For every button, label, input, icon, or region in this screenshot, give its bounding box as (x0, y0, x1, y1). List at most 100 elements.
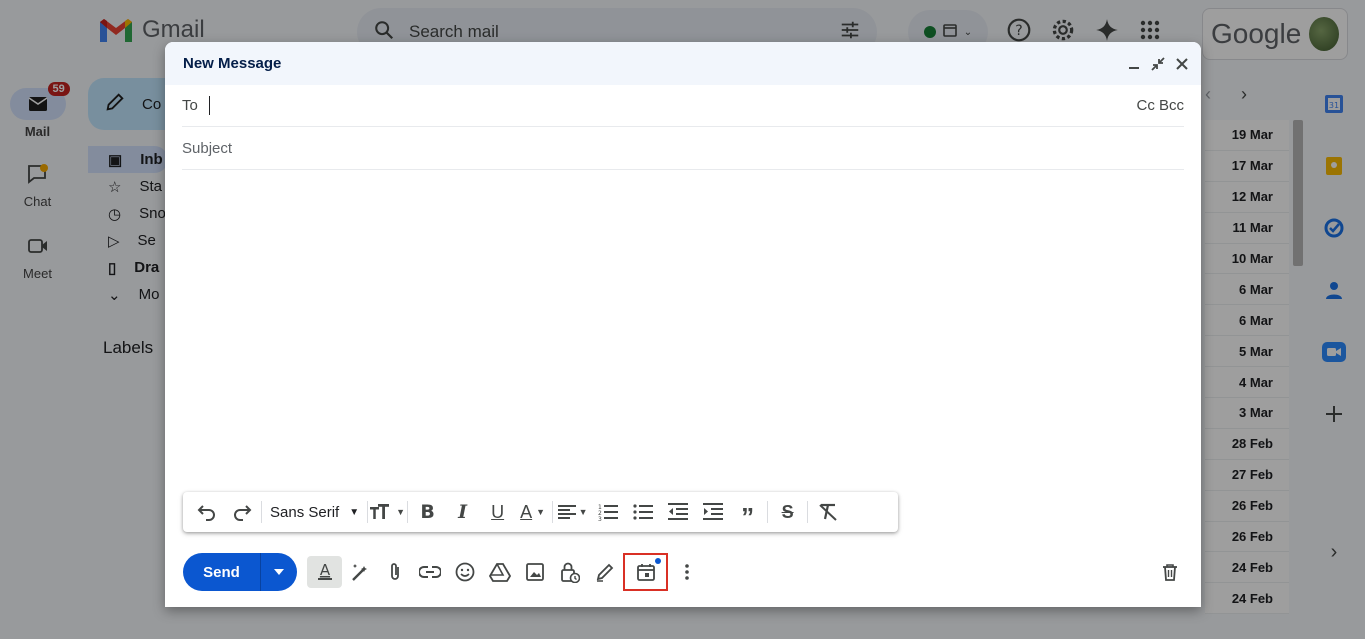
email-date[interactable]: 5 Mar (1205, 336, 1289, 368)
remove-formatting-icon[interactable] (810, 496, 845, 528)
sidebar-item-label: Sno (139, 205, 166, 222)
toolbar-divider (807, 501, 809, 523)
scrollbar[interactable] (1293, 120, 1303, 266)
chevron-right-icon[interactable]: › (1241, 84, 1247, 105)
formatting-toolbar: Sans Serif ▼ ▼ B I U A ▼ ▼ 123 ” S (183, 492, 898, 532)
email-date[interactable]: 27 Feb (1205, 460, 1289, 491)
add-app-icon[interactable] (1312, 394, 1356, 433)
search-input[interactable]: Search mail (409, 22, 825, 42)
chevron-down-icon: ⌄ (963, 26, 973, 38)
more-options-icon[interactable] (669, 556, 704, 588)
side-panel: 31 › (1312, 84, 1356, 595)
redo-icon[interactable] (224, 496, 259, 528)
tasks-app-icon[interactable] (1312, 208, 1356, 247)
email-date[interactable]: 6 Mar (1205, 305, 1289, 337)
email-date[interactable]: 6 Mar (1205, 274, 1289, 306)
gmail-logo[interactable]: Gmail (98, 16, 205, 44)
quote-icon[interactable]: ” (730, 496, 765, 530)
undo-icon[interactable] (189, 496, 224, 528)
indent-less-icon[interactable] (660, 496, 695, 528)
sidebar-item-sent[interactable]: ▷ Se (88, 227, 168, 254)
toolbar-divider (407, 501, 409, 523)
gmail-m-icon (98, 16, 134, 44)
zoom-app-icon[interactable] (1312, 332, 1356, 371)
bulleted-list-icon[interactable] (625, 496, 660, 528)
status-dot-icon (923, 26, 936, 38)
align-icon[interactable]: ▼ (555, 496, 590, 528)
email-date[interactable]: 12 Mar (1205, 182, 1289, 213)
insert-link-icon[interactable] (412, 556, 447, 588)
dropdown-arrow-icon: ▼ (349, 506, 360, 518)
calendar-status-icon (942, 22, 958, 43)
sidebar-item-more[interactable]: ⌄ Mo (88, 281, 168, 308)
sidebar-nav: ▣ Inb ☆ Sta ◷ Sno ▷ Se ▯ Dra ⌄ Mo (88, 146, 168, 308)
email-date[interactable]: 11 Mar (1205, 213, 1289, 244)
contacts-app-icon[interactable] (1312, 270, 1356, 309)
sidebar-item-snoozed[interactable]: ◷ Sno (88, 200, 168, 227)
email-date[interactable]: 3 Mar (1205, 398, 1289, 429)
toolbar-divider (367, 501, 369, 523)
emoji-icon[interactable] (447, 556, 482, 588)
email-date[interactable]: 19 Mar (1205, 120, 1289, 151)
signature-pen-icon[interactable] (587, 556, 622, 588)
ai-write-icon[interactable] (342, 556, 377, 588)
schedule-event-icon[interactable] (623, 553, 668, 591)
new-feature-dot (655, 558, 661, 564)
rail-item-chat[interactable]: Chat (0, 158, 75, 209)
insert-photo-icon[interactable] (517, 556, 552, 588)
sidebar-item-label: Se (137, 232, 156, 249)
exit-fullscreen-icon[interactable] (1151, 56, 1165, 71)
email-date[interactable]: 28 Feb (1205, 429, 1289, 460)
google-drive-icon[interactable] (482, 556, 517, 588)
send-icon: ▷ (108, 232, 120, 250)
avatar[interactable] (1309, 17, 1339, 51)
to-field[interactable]: To Cc Bcc (182, 85, 1184, 127)
indent-more-icon[interactable] (695, 496, 730, 528)
send-options-button[interactable] (261, 553, 297, 591)
compose-actions-bar: Send A (183, 553, 1187, 591)
numbered-list-icon[interactable]: 123 (590, 496, 625, 528)
minimize-icon[interactable] (1127, 57, 1141, 71)
message-body[interactable] (183, 172, 1183, 482)
email-date[interactable]: 26 Feb (1205, 491, 1289, 522)
google-account-box[interactable]: Google (1202, 8, 1348, 60)
compose-title: New Message (183, 55, 282, 72)
email-date[interactable]: 26 Feb (1205, 522, 1289, 553)
italic-icon[interactable]: I (445, 496, 480, 528)
calendar-app-icon[interactable]: 31 (1312, 84, 1356, 123)
email-date[interactable]: 10 Mar (1205, 244, 1289, 275)
gmail-wordmark: Gmail (142, 16, 205, 43)
rail-item-meet[interactable]: Meet (0, 230, 75, 281)
discard-draft-trash-icon[interactable] (1152, 556, 1187, 588)
text-color-icon[interactable]: A ▼ (515, 496, 550, 528)
strikethrough-icon[interactable]: S (770, 496, 805, 528)
compose-button-label: Co (142, 95, 162, 113)
send-button[interactable]: Send (183, 553, 261, 591)
font-family-select[interactable]: Sans Serif ▼ (264, 504, 365, 521)
attach-file-icon[interactable] (377, 556, 412, 588)
email-date[interactable]: 17 Mar (1205, 151, 1289, 182)
font-size-icon[interactable]: ▼ (370, 496, 405, 528)
subject-field[interactable]: Subject (182, 127, 1184, 170)
bold-icon[interactable]: B (410, 496, 445, 528)
expand-panel-icon[interactable]: › (1312, 533, 1356, 572)
sidebar-item-inbox[interactable]: ▣ Inb (88, 146, 168, 173)
email-date[interactable]: 24 Feb (1205, 583, 1289, 615)
close-icon[interactable] (1175, 57, 1189, 71)
formatting-options-icon[interactable]: A (307, 556, 342, 588)
subject-input[interactable]: Subject (182, 140, 232, 157)
svg-text:3: 3 (598, 516, 602, 521)
keep-app-icon[interactable] (1312, 146, 1356, 185)
email-date[interactable]: 24 Feb (1205, 552, 1289, 584)
sidebar-item-starred[interactable]: ☆ Sta (88, 173, 168, 200)
compose-header[interactable]: New Message (165, 42, 1201, 85)
sidebar-item-drafts[interactable]: ▯ Dra (88, 254, 168, 281)
email-date[interactable]: 4 Mar (1205, 367, 1289, 399)
mail-icon: 59 (9, 82, 70, 120)
svg-text:?: ? (1015, 22, 1022, 38)
cc-bcc-link[interactable]: Cc Bcc (1136, 97, 1184, 114)
chevron-left-icon[interactable]: ‹ (1205, 84, 1211, 105)
underline-icon[interactable]: U (480, 496, 515, 528)
rail-item-mail[interactable]: 59 Mail (0, 82, 75, 139)
confidential-mode-icon[interactable] (552, 556, 587, 588)
